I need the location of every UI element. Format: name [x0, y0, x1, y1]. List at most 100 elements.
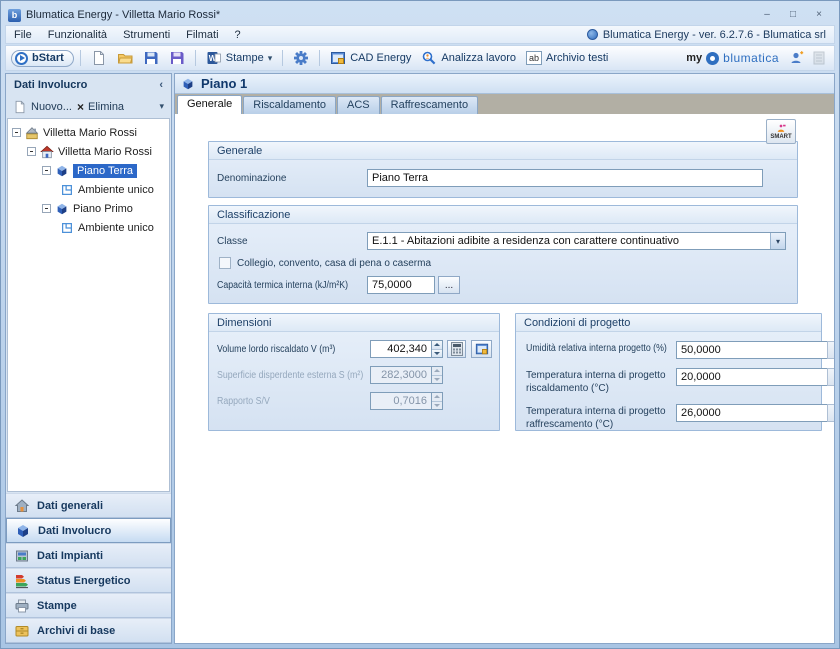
room-plan-icon: [60, 221, 74, 235]
calculator-button[interactable]: [447, 340, 466, 358]
capacita-label: Capacità termica interna (kJ/m²K): [217, 280, 348, 291]
archive-drawer-icon: [14, 623, 30, 639]
tab-acs[interactable]: ACS: [337, 96, 380, 114]
menubar: File Funzionalità Strumenti Filmati ? Bl…: [5, 25, 835, 44]
maximize-icon[interactable]: □: [785, 9, 801, 22]
sidebar-item-dati-generali[interactable]: Dati generali: [6, 493, 171, 518]
house-icon: [14, 498, 30, 514]
group-dimensioni: Dimensioni Volume lordo riscaldato V (m³…: [208, 313, 500, 431]
tree-toolbar-dropdown-icon[interactable]: ▾: [159, 101, 164, 112]
menu-file[interactable]: File: [6, 27, 40, 43]
group-dimensioni-title: Dimensioni: [209, 314, 499, 332]
toolbar-separator: [195, 50, 196, 66]
stampe-button[interactable]: W Stampe ▾: [202, 48, 276, 68]
user-add-icon[interactable]: [789, 50, 805, 66]
umidita-side-button[interactable]: [827, 341, 834, 359]
sidebar-item-dati-involucro[interactable]: Dati Involucro: [6, 518, 171, 543]
denominazione-input[interactable]: [367, 169, 763, 187]
cad-window-icon: [475, 342, 489, 356]
menu-strumenti[interactable]: Strumenti: [115, 27, 178, 43]
sidebar-nav: Dati generali Dati Involucro Dati Impian…: [6, 493, 171, 643]
umidita-input[interactable]: [676, 341, 827, 359]
tab-riscaldamento[interactable]: Riscaldamento: [243, 96, 336, 114]
window-title: Blumatica Energy - Villetta Mario Rossi*: [26, 9, 220, 21]
selected-tree-label: Piano Terra: [73, 164, 137, 178]
settings-button[interactable]: [289, 48, 313, 68]
tree-expander[interactable]: [42, 166, 51, 175]
group-classificazione-title: Classificazione: [209, 206, 797, 224]
ab-icon: ab: [526, 51, 542, 65]
sidebar-item-status-energetico[interactable]: Status Energetico: [6, 568, 171, 593]
calculator-icon: [451, 342, 463, 356]
tree-item-project[interactable]: Villetta Mario Rossi: [12, 123, 169, 142]
group-condizioni: Condizioni di progetto Umidità relativa …: [515, 313, 822, 431]
save-all-button[interactable]: [165, 48, 189, 68]
volume-label: Volume lordo riscaldato V (m³): [217, 344, 335, 355]
superficie-spinner: [432, 366, 443, 384]
tree-expander[interactable]: [27, 147, 36, 156]
group-classificazione: Classificazione Classe E.1.1 - Abitazion…: [208, 205, 798, 304]
tabstrip: Generale Riscaldamento ACS Raffrescament…: [175, 94, 834, 114]
save-button[interactable]: [139, 48, 163, 68]
volume-spinner[interactable]: [432, 340, 443, 358]
project-house-icon: [25, 126, 39, 140]
floor-box-icon: [55, 164, 69, 178]
temp-riscaldamento-input[interactable]: [676, 368, 827, 386]
toolbar: bStart W Stampe ▾ CAD Energy: [5, 45, 835, 71]
tree-expander[interactable]: [42, 204, 51, 213]
sidebar-item-archivi-di-base[interactable]: Archivi di base: [6, 618, 171, 643]
menu-funzionalita[interactable]: Funzionalità: [40, 27, 115, 43]
tree-expander[interactable]: [12, 128, 21, 137]
new-document-button[interactable]: [87, 48, 111, 68]
tab-generale[interactable]: Generale: [177, 95, 242, 114]
menu-filmati[interactable]: Filmati: [178, 27, 226, 43]
smart-button[interactable]: SMART: [766, 119, 796, 144]
cad-energy-button[interactable]: CAD Energy: [326, 48, 415, 68]
tree-item-ambiente-1[interactable]: Ambiente unico: [12, 180, 169, 199]
rapporto-input: [370, 392, 432, 410]
sidebar-item-dati-impianti[interactable]: Dati Impianti: [6, 543, 171, 568]
tree-item-ambiente-2[interactable]: Ambiente unico: [12, 218, 169, 237]
collapse-sidebar-icon[interactable]: ‹: [159, 79, 163, 91]
temp-raffrescamento-input[interactable]: [676, 404, 827, 422]
capacita-input[interactable]: [367, 276, 435, 294]
analizza-lavoro-button[interactable]: Analizza lavoro: [417, 48, 520, 68]
printer-icon: [14, 598, 30, 614]
open-folder-icon: [117, 50, 133, 66]
toolbar-separator: [80, 50, 81, 66]
my-blumatica-link[interactable]: my blumatica: [682, 49, 783, 67]
bstart-play-icon: [15, 52, 28, 65]
toolbar-separator: [282, 50, 283, 66]
bstart-button[interactable]: bStart: [11, 50, 74, 67]
nuovo-button[interactable]: Nuovo...: [13, 100, 72, 114]
smart-icon: [776, 124, 786, 133]
temp-raffrescamento-side-button[interactable]: [827, 404, 834, 422]
floor-box-icon: [55, 202, 69, 216]
temp-riscaldamento-side-button[interactable]: [827, 368, 834, 386]
plant-icon: [14, 548, 30, 564]
minimize-icon[interactable]: –: [759, 9, 775, 22]
word-doc-icon: W: [206, 50, 222, 66]
superficie-label: Superficie disperdente esterna S (m²): [217, 370, 363, 381]
tree-item-piano-terra[interactable]: Piano Terra: [12, 161, 169, 180]
disabled-doc-icon: [811, 50, 827, 66]
collegio-checkbox[interactable]: [219, 257, 231, 269]
superficie-input: [370, 366, 432, 384]
archivio-testi-button[interactable]: ab Archivio testi: [522, 49, 612, 67]
tab-raffrescamento[interactable]: Raffrescamento: [381, 96, 478, 114]
tree-item-piano-primo[interactable]: Piano Primo: [12, 199, 169, 218]
volume-input[interactable]: [370, 340, 432, 358]
sidebar-item-stampe[interactable]: Stampe: [6, 593, 171, 618]
toolbar-separator: [319, 50, 320, 66]
volume-cad-button[interactable]: [471, 340, 492, 358]
classe-select[interactable]: E.1.1 - Abitazioni adibite a residenza c…: [367, 232, 786, 250]
capacita-ellipsis-button[interactable]: ...: [438, 276, 460, 294]
tree-item-building[interactable]: Villetta Mario Rossi: [12, 142, 169, 161]
close-icon[interactable]: ×: [811, 9, 827, 22]
open-button[interactable]: [113, 48, 137, 68]
menu-help[interactable]: ?: [227, 27, 249, 43]
elimina-button[interactable]: × Elimina: [77, 101, 124, 113]
app-window: b Blumatica Energy - Villetta Mario Ross…: [0, 0, 840, 649]
chevron-down-icon[interactable]: ▾: [770, 233, 785, 249]
umidita-label: Umidità relativa interna progetto (%): [526, 343, 667, 356]
